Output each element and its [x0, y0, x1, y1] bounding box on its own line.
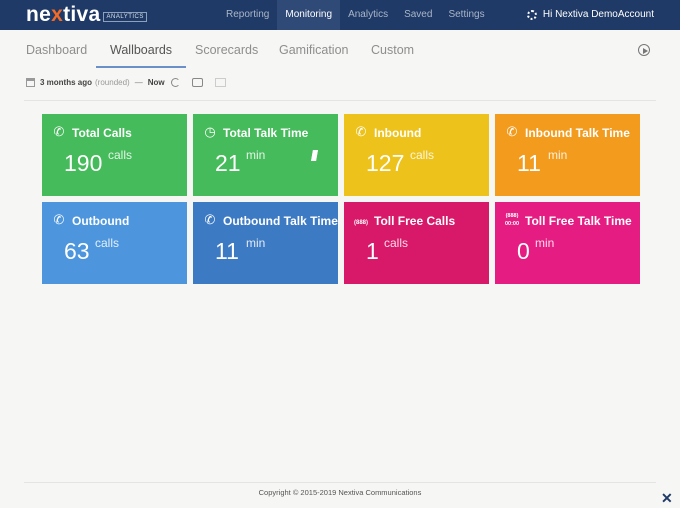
tile-toll-free-talk-time[interactable]: (888) 00:00 Toll Free Talk Time 0 min	[495, 202, 640, 284]
tile-value: 11	[215, 238, 239, 264]
toll-free-timer-icon: (888) 00:00	[504, 213, 520, 227]
toll-free-icon: (888)	[353, 220, 368, 226]
tile-value: 11	[517, 150, 541, 176]
nav-monitoring[interactable]: Monitoring	[277, 0, 341, 30]
tile-unit: calls	[410, 148, 435, 162]
footer-copyright: Copyright © 2015-2019 Nextiva Communicat…	[258, 488, 422, 497]
time-filter: 3 months ago (rounded) — Now	[26, 74, 226, 90]
logo-wordmark: nextiva	[26, 3, 101, 26]
account-menu[interactable]: Hi Nextiva DemoAccount	[526, 0, 654, 30]
tile-unit: calls	[95, 236, 120, 250]
tile-unit: min	[246, 148, 266, 162]
tab-dashboard[interactable]: Dashboard	[26, 30, 87, 68]
tile-value: 1	[366, 238, 379, 264]
phone-icon: ✆	[53, 124, 65, 139]
logo-badge: ANALYTICS	[103, 12, 147, 22]
inbound-phone-icon: ✆	[355, 124, 367, 139]
tile-value: 21	[215, 150, 241, 176]
wallboard-tabs: Dashboard Wallboards Scorecards Gamifica…	[0, 30, 680, 68]
range-qualifier: (rounded)	[95, 77, 130, 87]
range-end[interactable]: Now	[148, 78, 165, 87]
tile-title: Outbound	[72, 214, 130, 228]
tile-title: Toll Free Calls	[374, 214, 456, 228]
tile-total-calls[interactable]: ✆ Total Calls 190 calls	[42, 114, 187, 196]
top-navbar: nextiva ANALYTICS Reporting Monitoring A…	[0, 0, 680, 30]
tile-unit: calls	[384, 236, 409, 250]
tab-gamification[interactable]: Gamification	[279, 30, 348, 68]
layout-toggle-icon[interactable]	[191, 77, 203, 87]
tile-title: Inbound Talk Time	[525, 126, 630, 140]
tile-title: Toll Free Talk Time	[525, 214, 632, 228]
tile-title: Total Talk Time	[223, 126, 309, 140]
nextiva-logo[interactable]: nextiva ANALYTICS	[26, 3, 147, 26]
tile-outbound[interactable]: ✆ Outbound 63 calls	[42, 202, 187, 284]
tab-scorecards[interactable]: Scorecards	[195, 30, 258, 68]
tile-title: Inbound	[374, 126, 422, 140]
range-separator: —	[134, 77, 143, 87]
tile-title: Total Calls	[72, 126, 132, 140]
footer-divider	[24, 482, 656, 483]
range-start[interactable]: 3 months ago	[40, 78, 92, 87]
tile-toll-free-calls[interactable]: (888) Toll Free Calls 1 calls	[344, 202, 489, 284]
tab-custom[interactable]: Custom	[371, 30, 414, 68]
tab-wallboards[interactable]: Wallboards	[96, 30, 187, 68]
calendar-icon[interactable]	[26, 77, 35, 87]
account-greeting: Hi Nextiva DemoAccount	[542, 9, 654, 20]
tile-unit: min	[548, 148, 568, 162]
gear-icon	[526, 10, 537, 20]
outbound-phone-icon: ✆	[53, 212, 65, 227]
tile-inbound[interactable]: ✆ Inbound 127 calls	[344, 114, 489, 196]
nav-settings[interactable]: Settings	[440, 0, 492, 30]
tile-inbound-talk-time[interactable]: ✆ Inbound Talk Time 11 min	[495, 114, 640, 196]
refresh-icon[interactable]	[170, 77, 180, 87]
nav-analytics[interactable]: Analytics	[340, 0, 396, 30]
play-icon[interactable]	[638, 44, 650, 56]
tile-unit: calls	[108, 148, 133, 162]
phone-timer-icon: ◷	[204, 124, 216, 139]
divider	[24, 100, 656, 101]
tile-unit: min	[535, 236, 555, 250]
tile-outbound-talk-time[interactable]: ✆ Outbound Talk Time 11 min	[193, 202, 338, 284]
tile-value: 0	[517, 238, 530, 264]
fullscreen-icon[interactable]	[214, 77, 226, 87]
outbound-timer-icon: ✆	[204, 212, 216, 227]
main-nav: Reporting Monitoring Analytics Saved Set…	[218, 0, 493, 30]
tile-unit: min	[246, 236, 266, 250]
tile-title: Outbound Talk Time	[223, 214, 338, 228]
inbound-timer-icon: ✆	[506, 124, 518, 139]
nav-saved[interactable]: Saved	[396, 0, 440, 30]
tile-value: 127	[366, 150, 405, 176]
tile-value: 190	[64, 150, 103, 176]
tile-value: 63	[64, 238, 90, 264]
nav-reporting[interactable]: Reporting	[218, 0, 277, 30]
nextiva-x-icon[interactable]: ✕	[661, 491, 675, 505]
